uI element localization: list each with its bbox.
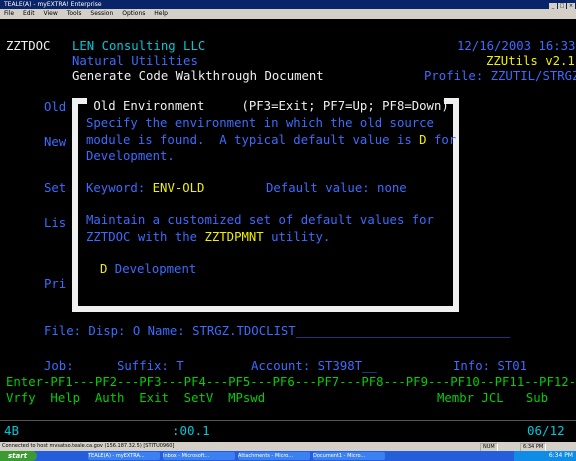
taskbar-item[interactable]: Attachments - Micro...	[238, 452, 310, 460]
taskbar: start TEALE(A) - myEXTRA... Inbox - Micr…	[0, 451, 576, 461]
suffix-field[interactable]: Suffix: T	[117, 359, 184, 373]
profile: Profile: ZZUTIL/STRGZ	[424, 69, 576, 83]
start-button[interactable]: start	[0, 451, 37, 461]
keyword-value: ENV-OLD	[152, 181, 205, 195]
label-lis: Lis	[44, 216, 67, 230]
page-title: Generate Code Walkthrough Document	[72, 69, 324, 83]
popup-default-code: D	[419, 133, 427, 147]
popup-keyword: Keyword: ENV-OLD	[86, 181, 205, 195]
menu-session[interactable]: Session	[90, 10, 113, 17]
menu-view[interactable]: View	[44, 10, 58, 17]
popup-default-value: Default value: none	[266, 181, 407, 195]
pf-labels-left[interactable]: Vrfy Help Auth Exit SetV MPswd	[6, 391, 265, 405]
cursor-position: 06/12	[527, 423, 565, 438]
popup-line-3: Development.	[86, 149, 175, 163]
pf-labels-right[interactable]: Membr JCL Sub	[437, 391, 548, 405]
taskbar-item[interactable]: Inbox - Microsoft...	[163, 452, 235, 460]
company-name: LEN Consulting LLC	[72, 39, 206, 53]
label-pri: Pri	[44, 277, 67, 291]
menu-bar: File Edit View Tools Session Options Hel…	[0, 9, 576, 19]
popup-option-development[interactable]: D Development	[100, 262, 196, 276]
status-time: :00.1	[172, 423, 210, 438]
terminal-screen[interactable]: ZZTDOC LEN Consulting LLC 12/16/2003 16:…	[0, 19, 576, 420]
menu-options[interactable]: Options	[122, 10, 145, 17]
app-version: ZZUtils v2.1	[486, 54, 575, 68]
connection-status: Connected to host mvsatso.teale.ca.gov (…	[2, 443, 175, 449]
help-popup	[72, 98, 459, 312]
info-bar: Connected to host mvsatso.teale.ca.gov (…	[0, 442, 576, 452]
taskbar-item[interactable]: TEALE(A) - myEXTRA...	[88, 452, 160, 460]
popup-line-5: ZZTDOC with the ZZTDPMNT utility.	[86, 230, 331, 244]
label-new: New	[44, 135, 67, 149]
operator-info-area: 4B :00.1 06/12	[0, 420, 576, 443]
job-label[interactable]: Job:	[44, 359, 74, 373]
file-line[interactable]: File: Disp: O Name: STRGZ.TDOCLIST______…	[44, 324, 510, 338]
menu-edit[interactable]: Edit	[23, 10, 35, 17]
taskbar-item[interactable]: Document1 - Micro...	[313, 452, 385, 460]
datetime: 12/16/2003 16:33	[457, 39, 576, 53]
popup-line-1: Specify the environment in which the old…	[86, 116, 434, 130]
system-tray: 6:34 PM	[514, 451, 576, 461]
utility-name: ZZTDPMNT	[204, 230, 264, 244]
program-name: ZZTDOC	[6, 39, 51, 53]
info-field[interactable]: Info: ST01	[453, 359, 527, 373]
menu-help[interactable]: Help	[154, 10, 168, 17]
menu-file[interactable]: File	[4, 10, 14, 17]
tray-clock: 6:34 PM	[548, 452, 573, 459]
account-field[interactable]: Account: ST398T__	[251, 359, 377, 373]
popup-title: Old Environment (PF3=Exit; PF7=Up; PF8=D…	[86, 99, 449, 113]
label-set: Set	[44, 181, 67, 195]
pf-key-row: Enter-PF1---PF2---PF3---PF4---PF5---PF6-…	[6, 375, 576, 389]
popup-line-2: module is found. A typical default value…	[86, 133, 457, 147]
window-title: TEALE(A) - myEXTRA! Enterprise	[4, 1, 102, 8]
subtitle: Natural Utilities	[72, 54, 198, 68]
popup-line-4: Maintain a customized set of default val…	[86, 213, 434, 227]
label-old: Old	[44, 100, 67, 114]
window-titlebar: TEALE(A) - myEXTRA! Enterprise _ □ ×	[0, 0, 576, 10]
status-indicator: 4B	[4, 423, 20, 438]
menu-tools[interactable]: Tools	[67, 10, 82, 17]
